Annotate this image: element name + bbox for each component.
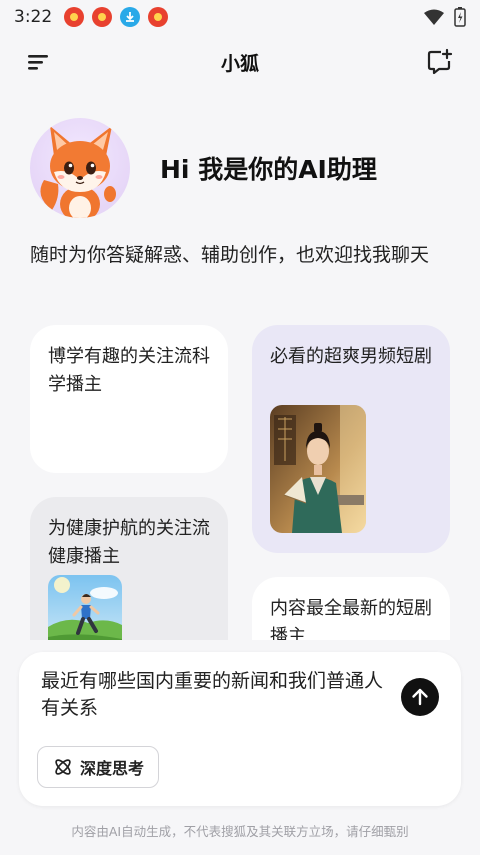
suggestion-cards: 博学有趣的关注流科学播主 必看的超爽男频短剧 为健康护航的关注流健康播主 内容最… [0, 325, 480, 640]
new-chat-icon [427, 48, 453, 75]
app-notification-icon [92, 7, 113, 27]
page-title: 小狐 [220, 52, 259, 75]
download-icon [120, 7, 141, 27]
fox-avatar [30, 118, 130, 218]
hero: Hi 我是你的AI助理 [30, 118, 450, 218]
ai-disclaimer: 内容由AI自动生成，不代表搜狐及其关联方立场，请仔细甄别 [71, 824, 409, 839]
card-label: 博学有趣的关注流科学播主 [48, 346, 210, 395]
deep-think-button[interactable]: 深度思考 [37, 746, 160, 788]
card-label: 内容最全最新的短剧播主 [270, 598, 432, 640]
card-label: 必看的超爽男频短剧 [270, 346, 432, 367]
chat-input[interactable]: 最近有哪些国内重要的新闻和我们普通人有关系 [41, 668, 391, 722]
deep-think-label: 深度思考 [80, 759, 145, 778]
suggestion-card-short-drama-host[interactable]: 内容最全最新的短剧播主 [252, 577, 450, 640]
status-right [424, 7, 466, 27]
app-notification-icon [64, 7, 85, 27]
menu-button[interactable] [26, 50, 52, 74]
suggestion-card-science[interactable]: 博学有趣的关注流科学播主 [30, 325, 228, 473]
suggestion-card-drama[interactable]: 必看的超爽男频短剧 [252, 325, 450, 553]
card-label: 为健康护航的关注流健康播主 [48, 518, 210, 567]
status-time: 3:22 [14, 7, 53, 27]
intro-text: 随时为你答疑解惑、辅助创作，也欢迎找我聊天 [30, 244, 430, 266]
new-chat-button[interactable] [426, 48, 454, 76]
runner-thumbnail [48, 575, 122, 640]
arrow-up-icon [412, 688, 428, 706]
chat-input-panel: 最近有哪些国内重要的新闻和我们普通人有关系 深度思考 [19, 652, 461, 806]
atom-icon [55, 759, 71, 775]
top-bar: 小狐 [0, 40, 480, 84]
status-bar: 3:22 [0, 0, 480, 34]
notification-icons [64, 7, 169, 27]
drama-actor-thumbnail [270, 405, 366, 533]
suggestion-card-health[interactable]: 为健康护航的关注流健康播主 [30, 497, 228, 640]
send-button[interactable] [401, 678, 439, 716]
wifi-icon [424, 9, 444, 25]
battery-charging-icon [454, 7, 466, 27]
menu-icon [28, 55, 48, 70]
app-notification-icon [148, 7, 169, 27]
greeting-title: Hi 我是你的AI助理 [160, 155, 377, 184]
